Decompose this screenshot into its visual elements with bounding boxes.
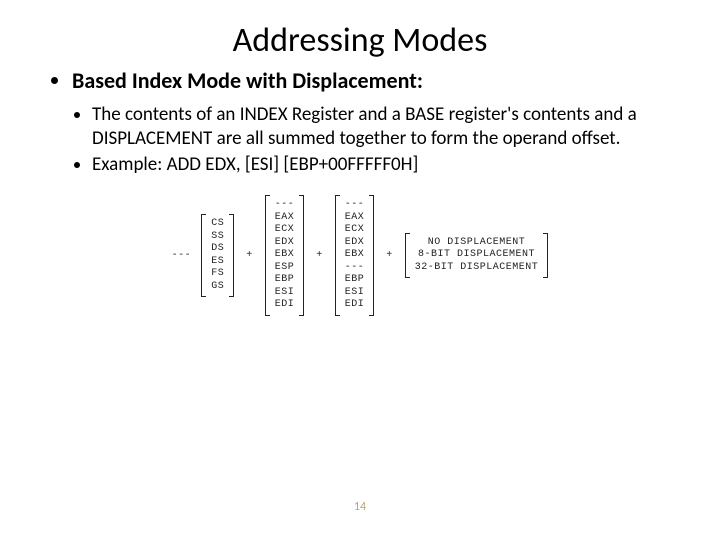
description-bullet: The contents of an INDEX Register and a … [92, 103, 670, 152]
index-reg: EBP [345, 274, 365, 287]
example-bullet: Example: ADD EDX, [ESI] [EBP+00FFFFF0H] [92, 153, 670, 177]
segment-reg: SS [211, 231, 224, 244]
segment-reg: GS [211, 281, 224, 294]
plus-icon: + [244, 250, 255, 261]
slide: Addressing Modes Based Index Mode with D… [0, 0, 720, 540]
displacement-option: NO DISPLACEMENT [428, 237, 526, 250]
base-reg: ESI [275, 287, 295, 300]
dash-icon: --- [172, 250, 192, 261]
base-reg: EAX [275, 212, 295, 225]
displacement-option: 8-BIT DISPLACEMENT [418, 249, 535, 262]
base-reg: EDX [275, 237, 295, 250]
index-reg: EDI [345, 299, 365, 312]
bullet-level-2: The contents of an INDEX Register and a … [50, 103, 670, 178]
segment-register-group: CS SS DS ES FS GS [201, 214, 234, 297]
index-reg: ECX [345, 224, 365, 237]
displacement-option: 32-BIT DISPLACEMENT [415, 262, 539, 275]
index-reg: EBX [345, 249, 365, 262]
index-reg: EDX [345, 237, 365, 250]
base-reg: EDI [275, 299, 295, 312]
addressing-diagram: --- CS SS DS ES FS GS + --- EAX ECX EDX … [50, 195, 670, 316]
segment-reg: CS [211, 218, 224, 231]
displacement-group: NO DISPLACEMENT 8-BIT DISPLACEMENT 32-BI… [405, 233, 549, 279]
base-reg: ESP [275, 262, 295, 275]
dash-row: --- [345, 199, 365, 212]
plus-icon: + [314, 250, 325, 261]
dash-row: --- [275, 199, 295, 212]
index-reg: EAX [345, 212, 365, 225]
base-reg: ECX [275, 224, 295, 237]
mode-heading: Based Index Mode with Displacement: [72, 67, 670, 95]
base-reg: EBX [275, 249, 295, 262]
segment-reg: ES [211, 256, 224, 269]
page-number: 14 [0, 500, 720, 514]
index-reg: --- [345, 262, 365, 275]
segment-reg: DS [211, 243, 224, 256]
plus-icon: + [384, 250, 395, 261]
index-reg: ESI [345, 287, 365, 300]
slide-title: Addressing Modes [50, 20, 670, 61]
index-register-group: --- EAX ECX EDX EBX --- EBP ESI EDI [335, 195, 375, 316]
segment-reg: FS [211, 268, 224, 281]
bullet-level-1: Based Index Mode with Displacement: [50, 67, 670, 95]
base-register-group: --- EAX ECX EDX EBX ESP EBP ESI EDI [265, 195, 305, 316]
base-reg: EBP [275, 274, 295, 287]
